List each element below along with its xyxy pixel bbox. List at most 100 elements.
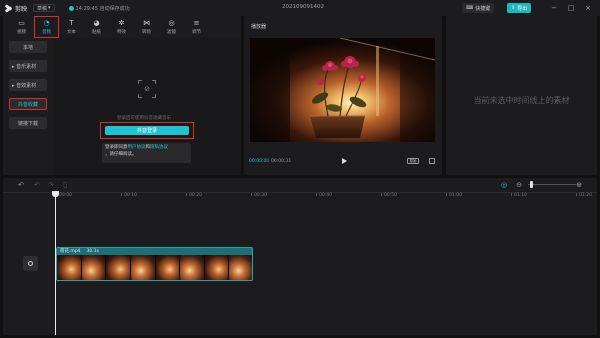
- filter-icon: ◎: [168, 19, 175, 27]
- nav-douyin-favorites[interactable]: 抖音收藏: [9, 98, 47, 110]
- save-ok-icon: [68, 5, 74, 11]
- ruler-label: 01:00: [449, 193, 462, 198]
- aspect-ratio-button[interactable]: 原始: [407, 158, 419, 164]
- media-side-nav: 本地 ▸ 音乐素材 ▸ 音效素材 抖音收藏 链接下载: [9, 41, 47, 136]
- tab-audio[interactable]: ◔ 音频: [34, 16, 59, 38]
- text-icon: T: [69, 19, 74, 27]
- agree-suffix: ，请仔细阅读。: [105, 151, 137, 157]
- shortcut-button[interactable]: ⌨ 快捷键: [462, 3, 495, 13]
- ruler-label: 00:20: [189, 193, 202, 198]
- shortcut-button-label: 快捷键: [475, 5, 491, 12]
- media-panel: ▭ 视频 ◔ 音频 T 文本 ◕ 贴纸 ✲ 特效 ⋈ 转场 ◎ 滤镜 ≡ 调节: [3, 16, 241, 175]
- export-button-label: 导出: [517, 5, 528, 12]
- media-content: ⊘ 登录后可使用抖音收藏音乐 抖音登录 登录即同意用户协议和隐私协议 ，请仔细阅…: [53, 38, 241, 175]
- snap-icon[interactable]: ◎: [500, 181, 508, 189]
- layout-dropdown-label: 草稿: [37, 5, 48, 12]
- zoom-slider-handle[interactable]: [530, 181, 533, 188]
- user-agreement-link[interactable]: 用户协议: [128, 145, 146, 150]
- clip-header: 荷花.mp4 30.1s: [57, 248, 252, 255]
- tab-audio-label: 音频: [42, 30, 51, 35]
- delete-icon[interactable]: ▯: [61, 181, 69, 189]
- ruler-label: 01:10: [514, 193, 527, 198]
- clip-thumbnail: [130, 255, 156, 280]
- ruler-label: 00:40: [319, 193, 332, 198]
- sticker-icon: ◕: [93, 19, 100, 27]
- keyboard-icon: ⌨: [466, 5, 474, 11]
- clip-thumbnails: [57, 255, 252, 280]
- zoom-slider[interactable]: [528, 184, 576, 185]
- cover-button[interactable]: [23, 256, 38, 271]
- tab-filter-label: 滤镜: [167, 30, 176, 35]
- clip-thumbnail: [180, 255, 205, 280]
- save-status: 14:29:45 自动保存成功: [68, 5, 130, 12]
- redo-icon[interactable]: ↷: [47, 181, 55, 189]
- playhead[interactable]: [55, 192, 56, 335]
- player-current-time: 00:00:00: [249, 159, 270, 164]
- tab-sticker-label: 贴纸: [92, 30, 101, 35]
- tab-transition-label: 转场: [142, 30, 151, 35]
- minimize-icon[interactable]: −: [549, 3, 559, 13]
- tab-adjust-label: 调节: [192, 30, 201, 35]
- agree-prefix: 登录即同意: [105, 145, 128, 150]
- save-status-text: 14:29:45 自动保存成功: [75, 5, 130, 12]
- video-icon: ▭: [18, 19, 25, 27]
- nav-music-library[interactable]: ▸ 音乐素材: [9, 60, 47, 72]
- tab-video-label: 视频: [17, 30, 26, 35]
- ruler-label: 00:50: [384, 193, 397, 198]
- undo-icon[interactable]: ↶: [33, 181, 41, 189]
- ruler-label: 00:00: [59, 193, 72, 198]
- login-hint: 登录后可使用抖音收藏音乐: [117, 116, 171, 121]
- layout-dropdown[interactable]: 草稿 ▾: [33, 4, 55, 12]
- split-icon[interactable]: ↶: [17, 181, 25, 189]
- tab-effects-label: 特效: [117, 30, 126, 35]
- tab-text[interactable]: T 文本: [59, 16, 84, 38]
- timeline-divider: [3, 192, 597, 193]
- effects-icon: ✲: [118, 19, 125, 27]
- close-icon[interactable]: ×: [583, 3, 593, 13]
- tab-adjust[interactable]: ≡ 调节: [184, 16, 209, 38]
- login-highlight: 抖音登录: [100, 122, 194, 139]
- clip-thumbnail: [229, 255, 252, 280]
- clip-thumbnail: [155, 255, 181, 280]
- project-title[interactable]: 202109091402: [282, 4, 324, 10]
- tab-text-label: 文本: [67, 30, 76, 35]
- clip-thumbnail: [106, 255, 131, 280]
- clip-thumbnail: [204, 255, 230, 280]
- tab-video[interactable]: ▭ 视频: [9, 16, 34, 38]
- douyin-login-button[interactable]: 抖音登录: [105, 126, 189, 135]
- cover-icon: [28, 261, 33, 266]
- play-icon[interactable]: [340, 157, 348, 165]
- material-toolbar: ▭ 视频 ◔ 音频 T 文本 ◕ 贴纸 ✲ 特效 ⋈ 转场 ◎ 滤镜 ≡ 调节: [9, 16, 209, 38]
- properties-panel: 当前未选中时间线上的素材: [446, 16, 597, 175]
- clip-thumbnail: [57, 255, 82, 280]
- ruler-label: 01:20: [579, 193, 592, 198]
- export-button[interactable]: ⇪ 导出: [507, 3, 532, 13]
- clip-thumbnail: [81, 255, 107, 280]
- nav-link-download[interactable]: 链接下载: [9, 117, 47, 129]
- export-icon: ⇪: [511, 5, 516, 11]
- tab-sticker[interactable]: ◕ 贴纸: [84, 16, 109, 38]
- zoom-in-icon[interactable]: ⊕: [575, 181, 583, 189]
- tab-effects[interactable]: ✲ 特效: [109, 16, 134, 38]
- link-placeholder-icon: ⊘: [138, 80, 156, 98]
- transition-icon: ⋈: [143, 19, 150, 27]
- capcut-logo-icon: [4, 4, 13, 13]
- video-preview[interactable]: [250, 38, 435, 142]
- timeline-panel: ↶ ↶ ↷ ▯ ◎ ⊖ ⊕ 00:00 00:10 00:20 00:30 00…: [3, 178, 597, 335]
- app-logo: 剪映: [4, 4, 27, 13]
- zoom-out-icon[interactable]: ⊖: [515, 181, 523, 189]
- video-clip[interactable]: 荷花.mp4 30.1s: [56, 247, 253, 281]
- maximize-icon[interactable]: □: [566, 3, 576, 13]
- clip-name: 荷花.mp4: [60, 249, 81, 254]
- ruler-label: 00:30: [254, 193, 267, 198]
- video-preview-image: [250, 38, 435, 142]
- nav-sound-effects[interactable]: ▸ 音效素材: [9, 79, 47, 91]
- adjust-icon: ≡: [193, 19, 200, 27]
- tab-filter[interactable]: ◎ 滤镜: [159, 16, 184, 38]
- player-total-time: 00:00:31: [271, 159, 292, 164]
- tab-transition[interactable]: ⋈ 转场: [134, 16, 159, 38]
- fullscreen-icon[interactable]: [429, 158, 435, 164]
- nav-local[interactable]: 本地: [9, 41, 47, 53]
- privacy-policy-link[interactable]: 隐私协议: [150, 145, 168, 150]
- audio-icon: ◔: [43, 19, 50, 27]
